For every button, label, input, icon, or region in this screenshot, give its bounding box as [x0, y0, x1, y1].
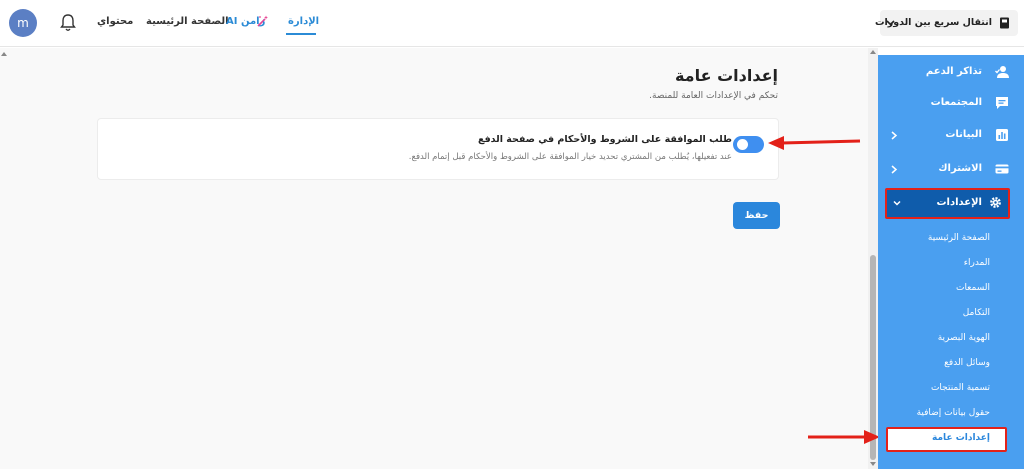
- nav-admin[interactable]: الإدارة: [288, 16, 319, 27]
- sidebar-subitem-general-settings-label: إعدادات عامة: [932, 433, 990, 443]
- sidebar-item-data[interactable]: البيانات: [878, 123, 1024, 149]
- bell-icon[interactable]: [59, 13, 77, 33]
- sidebar-item-label: المجتمعات: [930, 97, 982, 108]
- sidebar-item-communities[interactable]: المجتمعات: [878, 91, 1024, 117]
- chart-icon: [996, 129, 1008, 141]
- nav-content[interactable]: محتواي: [97, 16, 133, 27]
- sidebar-item-label: البيانات: [945, 129, 982, 140]
- sidebar-subitem-reputation[interactable]: السمعات: [956, 283, 990, 293]
- sidebar: [878, 55, 1024, 469]
- sidebar-subitem-branding[interactable]: الهوية البصرية: [938, 333, 990, 343]
- sidebar-subitem-product-naming[interactable]: تسمية المنتجات: [931, 383, 990, 393]
- scroll-down-arrow[interactable]: [870, 462, 876, 466]
- scroll-up-arrow-left[interactable]: [1, 52, 7, 56]
- save-button[interactable]: حفظ: [733, 202, 780, 229]
- active-tab-indicator: [286, 33, 316, 35]
- sidebar-subitem-extra-fields[interactable]: حقول بيانات إضافية: [917, 408, 990, 418]
- sidebar-subitem-payment-methods[interactable]: وسائل الدفع: [944, 358, 990, 368]
- setting-description: عند تفعيلها، يُطلب من المشتري تحديد خيار…: [408, 152, 732, 162]
- avatar[interactable]: m: [9, 9, 37, 37]
- setting-title: طلب الموافقة على الشروط والأحكام في صفحة…: [477, 134, 732, 145]
- chevron-left-icon: [891, 131, 898, 140]
- sidebar-subitem-home[interactable]: الصفحة الرئيسية: [928, 233, 990, 243]
- book-icon: [1000, 17, 1009, 29]
- nav-home[interactable]: الصفحة الرئيسية: [146, 16, 229, 27]
- gear-icon: [990, 197, 1001, 208]
- chevron-left-icon: [891, 165, 898, 174]
- setting-card: طلب الموافقة على الشروط والأحكام في صفحة…: [97, 118, 779, 180]
- toggle-knob: [737, 139, 748, 150]
- sidebar-subitem-integration[interactable]: التكامل: [963, 308, 990, 318]
- annotation-arrow-current: [808, 430, 880, 444]
- sidebar-subitem-managers[interactable]: المدراء: [964, 258, 990, 268]
- annotation-arrow-toggle: [768, 136, 861, 150]
- chevron-down-icon: [893, 200, 901, 206]
- page-title: إعدادات عامة: [674, 66, 778, 85]
- user-check-icon: [995, 66, 1009, 78]
- sidebar-item-subscription[interactable]: الاشتراك: [878, 157, 1024, 183]
- main-content: [0, 48, 868, 469]
- course-switcher-label: انتقال سريع بين الدورات: [874, 17, 992, 28]
- page-subtitle: تحكم في الإعدادات العامة للمنصة.: [649, 91, 778, 101]
- nav-ai[interactable]: زامن AI: [226, 16, 265, 27]
- sidebar-item-support-tickets[interactable]: تذاكر الدعم: [878, 60, 1024, 86]
- chat-icon: [996, 97, 1008, 109]
- card-icon: [995, 164, 1009, 174]
- scroll-up-arrow[interactable]: [870, 50, 876, 54]
- sidebar-item-label: تذاكر الدعم: [925, 66, 982, 77]
- sidebar-item-label: الاشتراك: [938, 163, 982, 174]
- sidebar-item-settings-label: الإعدادات: [936, 197, 982, 208]
